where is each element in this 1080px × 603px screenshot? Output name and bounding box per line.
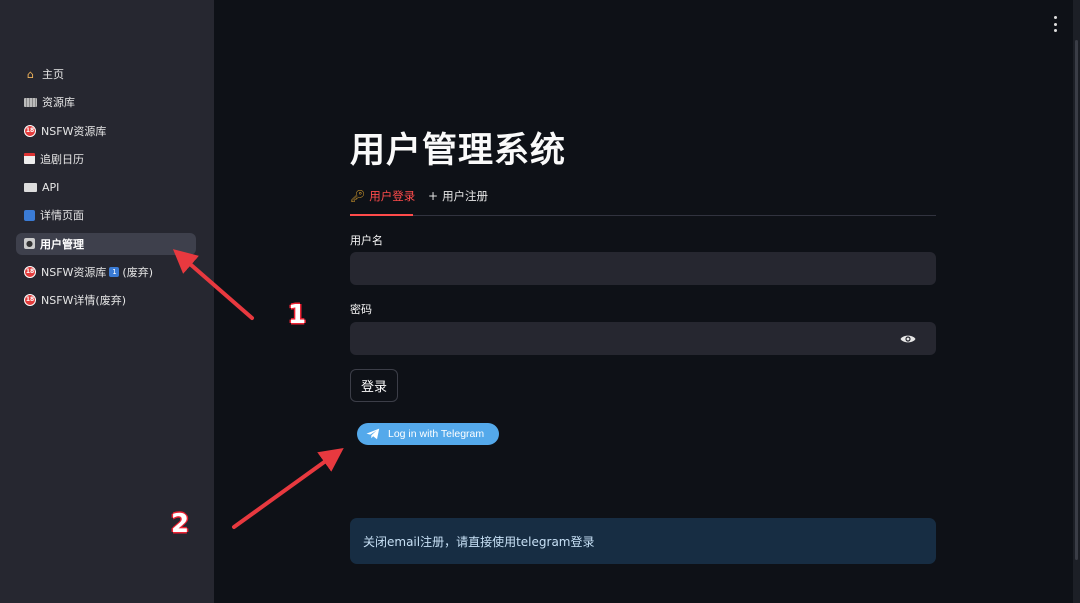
active-tab-underline — [350, 214, 413, 216]
username-input[interactable] — [350, 252, 936, 285]
password-label: 密码 — [350, 303, 372, 316]
sidebar-item-label: 用户管理 — [40, 237, 84, 251]
tab-register[interactable]: + 用户注册 — [428, 188, 488, 204]
scrollbar[interactable] — [1073, 0, 1080, 603]
telegram-login-button[interactable]: Log in with Telegram — [357, 423, 499, 445]
sidebar-item-label: NSFW详情(废弃) — [41, 294, 126, 308]
annotation-arrow-2 — [232, 447, 344, 529]
password-input[interactable] — [350, 322, 936, 355]
annotation-number-1: 1 — [288, 300, 307, 330]
sidebar-item-calendar[interactable]: 追剧日历 — [16, 148, 196, 170]
sidebar-nav: ⌂ 主页 资源库 18 NSFW资源库 追剧日历 API 详情页面 ● 用户管理… — [16, 63, 196, 318]
tab-label: 用户注册 — [442, 189, 489, 203]
sidebar-item-label: 主页 — [42, 68, 64, 81]
sidebar-item-details[interactable]: 详情页面 — [16, 204, 196, 226]
envelope-icon — [24, 182, 37, 192]
sidebar-item-user-management[interactable]: ● 用户管理 — [16, 232, 196, 255]
auth-tabs: 🔑︎ 用户登录 + 用户注册 — [350, 184, 936, 216]
info-message: 关闭email注册，请直接使用telegram登录 — [363, 534, 595, 549]
sidebar-item-label: 资源库 — [42, 96, 75, 110]
sidebar-item-api[interactable]: API — [16, 176, 196, 198]
main-menu-icon[interactable] — [1052, 16, 1058, 32]
annotation-number-2: 2 — [171, 509, 190, 539]
tab-label: 用户登录 — [369, 189, 416, 203]
number-one-badge: 1 — [109, 267, 120, 278]
18-plus-icon: 18 — [24, 124, 36, 137]
username-label: 用户名 — [350, 234, 383, 247]
house-icon: ⌂ — [27, 67, 34, 81]
18-plus-icon: 18 — [24, 294, 36, 307]
sidebar-item-label: 追剧日历 — [40, 152, 84, 166]
keyboard-icon — [24, 97, 37, 107]
sidebar-item-nsfw-library-deprecated[interactable]: 18 NSFW资源库 1 (废弃) — [16, 261, 196, 283]
sidebar-item-library[interactable]: 资源库 — [16, 91, 196, 113]
sidebar-item-label: NSFW资源库 — [41, 266, 107, 280]
18-plus-icon: 18 — [24, 266, 36, 279]
tab-login[interactable]: 🔑︎ 用户登录 — [350, 188, 415, 204]
sidebar-item-label: API — [42, 180, 60, 194]
sidebar-item-label: 详情页面 — [40, 209, 84, 223]
detail-icon — [24, 209, 35, 221]
page-title: 用户管理系统 — [350, 131, 567, 171]
sidebar-item-nsfw-details-deprecated[interactable]: 18 NSFW详情(废弃) — [16, 289, 196, 311]
sidebar-item-label: NSFW资源库 — [41, 124, 107, 138]
calendar-icon — [24, 153, 35, 165]
sidebar-item-nsfw-library[interactable]: 18 NSFW资源库 — [16, 120, 196, 142]
plus-icon: + — [428, 189, 439, 203]
sidebar-item-home[interactable]: ⌂ 主页 — [16, 63, 196, 85]
sidebar-item-suffix: (废弃) — [122, 266, 154, 280]
user-icon: ● — [24, 238, 35, 250]
key-icon: 🔑︎ — [350, 189, 366, 203]
telegram-login-label: Log in with Telegram — [388, 428, 485, 440]
info-alert: 关闭email注册，请直接使用telegram登录 — [350, 518, 936, 564]
login-button[interactable]: 登录 — [350, 369, 398, 402]
telegram-icon — [366, 428, 380, 440]
show-password-eye-icon[interactable] — [900, 334, 916, 344]
